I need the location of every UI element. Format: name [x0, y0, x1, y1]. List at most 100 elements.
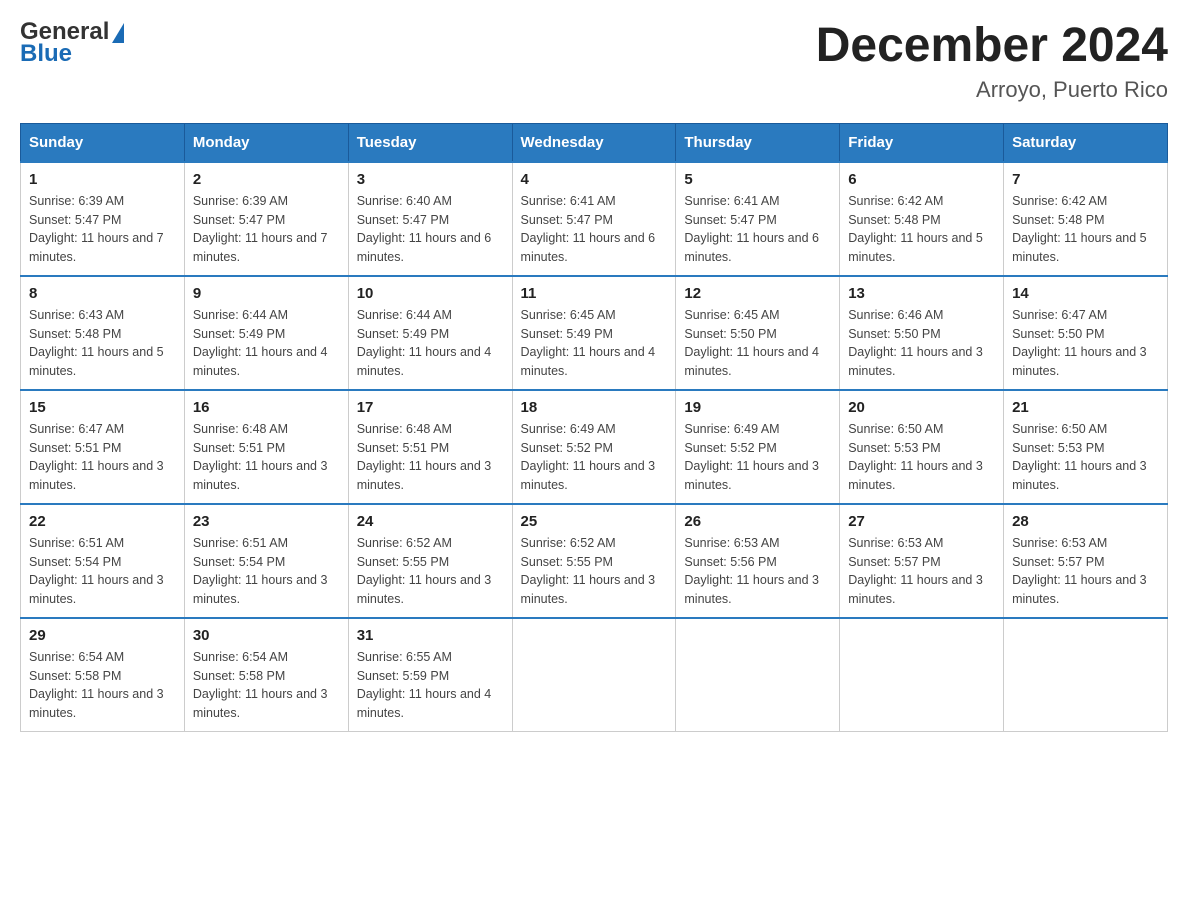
day-number: 25: [521, 513, 668, 530]
day-number: 14: [1012, 285, 1159, 302]
day-info: Sunrise: 6:47 AM Sunset: 5:51 PM Dayligh…: [29, 420, 176, 495]
sunrise-label: Sunrise: 6:52 AM: [521, 536, 616, 550]
daylight-label: Daylight: 11 hours and 4 minutes.: [521, 345, 656, 378]
day-number: 19: [684, 399, 831, 416]
day-info: Sunrise: 6:53 AM Sunset: 5:57 PM Dayligh…: [848, 534, 995, 609]
sunset-label: Sunset: 5:48 PM: [848, 213, 940, 227]
weekday-header-row: SundayMondayTuesdayWednesdayThursdayFrid…: [21, 123, 1168, 162]
day-info: Sunrise: 6:45 AM Sunset: 5:49 PM Dayligh…: [521, 306, 668, 381]
sunrise-label: Sunrise: 6:53 AM: [1012, 536, 1107, 550]
calendar-cell: 18 Sunrise: 6:49 AM Sunset: 5:52 PM Dayl…: [512, 390, 676, 504]
day-info: Sunrise: 6:46 AM Sunset: 5:50 PM Dayligh…: [848, 306, 995, 381]
calendar-week-row: 15 Sunrise: 6:47 AM Sunset: 5:51 PM Dayl…: [21, 390, 1168, 504]
sunset-label: Sunset: 5:55 PM: [357, 555, 449, 569]
weekday-header-saturday: Saturday: [1004, 123, 1168, 162]
day-info: Sunrise: 6:54 AM Sunset: 5:58 PM Dayligh…: [193, 648, 340, 723]
sunset-label: Sunset: 5:47 PM: [193, 213, 285, 227]
day-number: 13: [848, 285, 995, 302]
daylight-label: Daylight: 11 hours and 3 minutes.: [521, 573, 656, 606]
day-number: 27: [848, 513, 995, 530]
day-number: 6: [848, 171, 995, 188]
day-info: Sunrise: 6:41 AM Sunset: 5:47 PM Dayligh…: [521, 192, 668, 267]
day-info: Sunrise: 6:49 AM Sunset: 5:52 PM Dayligh…: [521, 420, 668, 495]
sunrise-label: Sunrise: 6:45 AM: [521, 308, 616, 322]
daylight-label: Daylight: 11 hours and 3 minutes.: [1012, 459, 1147, 492]
sunrise-label: Sunrise: 6:39 AM: [29, 194, 124, 208]
day-number: 1: [29, 171, 176, 188]
calendar-cell: 7 Sunrise: 6:42 AM Sunset: 5:48 PM Dayli…: [1004, 162, 1168, 276]
sunset-label: Sunset: 5:59 PM: [357, 669, 449, 683]
calendar-cell: 3 Sunrise: 6:40 AM Sunset: 5:47 PM Dayli…: [348, 162, 512, 276]
daylight-label: Daylight: 11 hours and 4 minutes.: [684, 345, 819, 378]
day-number: 2: [193, 171, 340, 188]
day-number: 9: [193, 285, 340, 302]
daylight-label: Daylight: 11 hours and 5 minutes.: [29, 345, 164, 378]
weekday-header-thursday: Thursday: [676, 123, 840, 162]
sunset-label: Sunset: 5:47 PM: [521, 213, 613, 227]
sunrise-label: Sunrise: 6:49 AM: [684, 422, 779, 436]
sunset-label: Sunset: 5:50 PM: [684, 327, 776, 341]
daylight-label: Daylight: 11 hours and 3 minutes.: [357, 573, 492, 606]
sunset-label: Sunset: 5:50 PM: [1012, 327, 1104, 341]
day-number: 7: [1012, 171, 1159, 188]
day-info: Sunrise: 6:48 AM Sunset: 5:51 PM Dayligh…: [357, 420, 504, 495]
daylight-label: Daylight: 11 hours and 3 minutes.: [29, 459, 164, 492]
calendar-cell: [512, 618, 676, 732]
sunset-label: Sunset: 5:47 PM: [684, 213, 776, 227]
day-info: Sunrise: 6:49 AM Sunset: 5:52 PM Dayligh…: [684, 420, 831, 495]
daylight-label: Daylight: 11 hours and 7 minutes.: [193, 231, 328, 264]
sunset-label: Sunset: 5:57 PM: [848, 555, 940, 569]
calendar-cell: 1 Sunrise: 6:39 AM Sunset: 5:47 PM Dayli…: [21, 162, 185, 276]
day-number: 31: [357, 627, 504, 644]
calendar-cell: 25 Sunrise: 6:52 AM Sunset: 5:55 PM Dayl…: [512, 504, 676, 618]
day-number: 4: [521, 171, 668, 188]
day-info: Sunrise: 6:53 AM Sunset: 5:57 PM Dayligh…: [1012, 534, 1159, 609]
day-number: 16: [193, 399, 340, 416]
daylight-label: Daylight: 11 hours and 5 minutes.: [848, 231, 983, 264]
calendar-cell: 11 Sunrise: 6:45 AM Sunset: 5:49 PM Dayl…: [512, 276, 676, 390]
sunrise-label: Sunrise: 6:48 AM: [193, 422, 288, 436]
calendar-cell: 4 Sunrise: 6:41 AM Sunset: 5:47 PM Dayli…: [512, 162, 676, 276]
day-info: Sunrise: 6:43 AM Sunset: 5:48 PM Dayligh…: [29, 306, 176, 381]
calendar-cell: 9 Sunrise: 6:44 AM Sunset: 5:49 PM Dayli…: [184, 276, 348, 390]
calendar-table: SundayMondayTuesdayWednesdayThursdayFrid…: [20, 123, 1168, 732]
calendar-cell: 14 Sunrise: 6:47 AM Sunset: 5:50 PM Dayl…: [1004, 276, 1168, 390]
day-info: Sunrise: 6:44 AM Sunset: 5:49 PM Dayligh…: [357, 306, 504, 381]
daylight-label: Daylight: 11 hours and 3 minutes.: [848, 573, 983, 606]
sunrise-label: Sunrise: 6:53 AM: [684, 536, 779, 550]
sunrise-label: Sunrise: 6:43 AM: [29, 308, 124, 322]
day-info: Sunrise: 6:51 AM Sunset: 5:54 PM Dayligh…: [193, 534, 340, 609]
calendar-cell: 22 Sunrise: 6:51 AM Sunset: 5:54 PM Dayl…: [21, 504, 185, 618]
sunset-label: Sunset: 5:52 PM: [521, 441, 613, 455]
calendar-cell: 19 Sunrise: 6:49 AM Sunset: 5:52 PM Dayl…: [676, 390, 840, 504]
sunset-label: Sunset: 5:52 PM: [684, 441, 776, 455]
day-info: Sunrise: 6:41 AM Sunset: 5:47 PM Dayligh…: [684, 192, 831, 267]
sunset-label: Sunset: 5:58 PM: [193, 669, 285, 683]
sunset-label: Sunset: 5:54 PM: [29, 555, 121, 569]
day-number: 20: [848, 399, 995, 416]
calendar-week-row: 22 Sunrise: 6:51 AM Sunset: 5:54 PM Dayl…: [21, 504, 1168, 618]
day-info: Sunrise: 6:55 AM Sunset: 5:59 PM Dayligh…: [357, 648, 504, 723]
daylight-label: Daylight: 11 hours and 3 minutes.: [357, 459, 492, 492]
sunset-label: Sunset: 5:51 PM: [193, 441, 285, 455]
sunset-label: Sunset: 5:53 PM: [1012, 441, 1104, 455]
day-info: Sunrise: 6:52 AM Sunset: 5:55 PM Dayligh…: [357, 534, 504, 609]
calendar-cell: [676, 618, 840, 732]
day-number: 8: [29, 285, 176, 302]
daylight-label: Daylight: 11 hours and 6 minutes.: [684, 231, 819, 264]
sunrise-label: Sunrise: 6:44 AM: [193, 308, 288, 322]
calendar-cell: 16 Sunrise: 6:48 AM Sunset: 5:51 PM Dayl…: [184, 390, 348, 504]
daylight-label: Daylight: 11 hours and 4 minutes.: [357, 687, 492, 720]
daylight-label: Daylight: 11 hours and 3 minutes.: [193, 459, 328, 492]
sunrise-label: Sunrise: 6:42 AM: [848, 194, 943, 208]
calendar-cell: 24 Sunrise: 6:52 AM Sunset: 5:55 PM Dayl…: [348, 504, 512, 618]
sunrise-label: Sunrise: 6:41 AM: [684, 194, 779, 208]
logo: General Blue: [20, 20, 124, 66]
day-number: 26: [684, 513, 831, 530]
sunrise-label: Sunrise: 6:50 AM: [848, 422, 943, 436]
sunset-label: Sunset: 5:49 PM: [521, 327, 613, 341]
calendar-title: December 2024: [816, 20, 1168, 73]
sunrise-label: Sunrise: 6:45 AM: [684, 308, 779, 322]
day-info: Sunrise: 6:48 AM Sunset: 5:51 PM Dayligh…: [193, 420, 340, 495]
calendar-cell: 6 Sunrise: 6:42 AM Sunset: 5:48 PM Dayli…: [840, 162, 1004, 276]
